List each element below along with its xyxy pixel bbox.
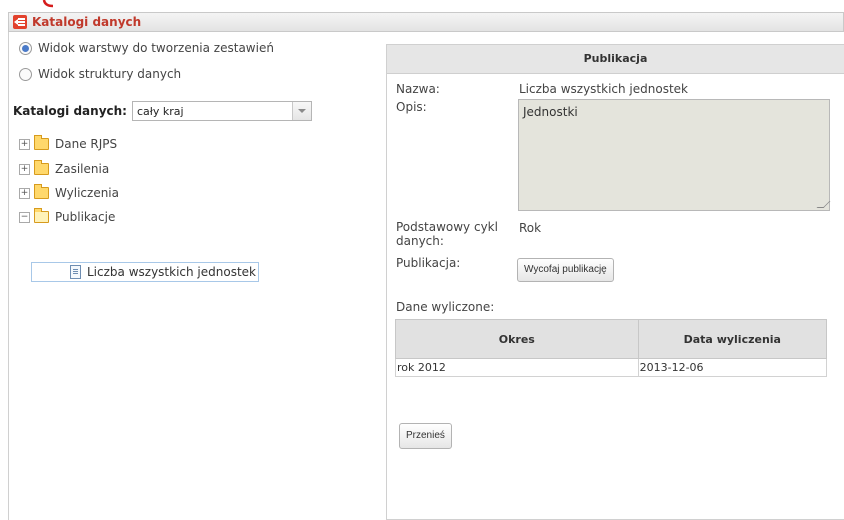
- computed-data-label: Dane wyliczone:: [396, 300, 495, 314]
- chevron-down-icon[interactable]: [291, 102, 311, 120]
- data-structure-view-option[interactable]: Widok struktury danych: [19, 67, 181, 81]
- tree-node-label: Wyliczenia: [55, 186, 119, 200]
- move-button[interactable]: Przenieś: [399, 423, 452, 449]
- radio-unselected-icon[interactable]: [19, 67, 32, 81]
- catalog-window-icon: [13, 15, 27, 29]
- tree-node-publikacje[interactable]: − Publikacje: [19, 208, 116, 224]
- name-label: Nazwa:: [396, 82, 440, 96]
- cycle-label-line-2: danych:: [396, 234, 444, 248]
- data-structure-view-label: Widok struktury danych: [38, 67, 182, 81]
- radio-selected-icon[interactable]: [19, 41, 32, 55]
- publication-panel-header: Publikacja: [387, 45, 844, 74]
- tree-node-label: Zasilenia: [55, 162, 110, 176]
- description-textarea[interactable]: Jednostki: [518, 99, 831, 211]
- open-folder-icon: [34, 208, 49, 223]
- period-column-header[interactable]: Okres: [395, 319, 639, 359]
- folder-icon: [34, 135, 49, 150]
- withdraw-publication-button[interactable]: Wycofaj publikację: [517, 258, 614, 282]
- layer-view-option[interactable]: Widok warstwy do tworzenia zestawień: [19, 41, 274, 55]
- calculation-date-column-header[interactable]: Data wyliczenia: [637, 319, 828, 359]
- cycle-label-line-1: Podstawowy cykl: [396, 220, 498, 234]
- tree-node-label: Dane RJPS: [55, 137, 118, 151]
- tree-node-wyliczenia[interactable]: + Wyliczenia: [19, 184, 119, 200]
- computed-data-table: Okres Data wyliczenia rok 2012 2013-12-0…: [395, 319, 828, 377]
- catalog-selector-row: Katalogi danych: cały kraj: [13, 101, 312, 121]
- description-label: Opis:: [396, 100, 427, 114]
- catalog-selector-label: Katalogi danych:: [13, 104, 127, 118]
- document-icon: [70, 265, 81, 279]
- folder-icon: [34, 184, 49, 199]
- catalog-dropdown-value: cały kraj: [136, 105, 184, 118]
- expand-plus-icon[interactable]: +: [19, 138, 30, 150]
- window-title: Katalogi danych: [32, 15, 142, 29]
- collapse-minus-icon[interactable]: −: [19, 211, 30, 223]
- tree-node-dane-rjps[interactable]: + Dane RJPS: [19, 135, 118, 151]
- publication-details-panel: Publikacja Nazwa: Liczba wszystkich jedn…: [386, 44, 844, 520]
- tree-node-zasilenia[interactable]: + Zasilenia: [19, 160, 110, 176]
- expand-plus-icon[interactable]: +: [19, 163, 30, 175]
- decorative-arc: [42, 0, 54, 8]
- window-titlebar: Katalogi danych: [8, 12, 844, 32]
- tree-leaf-selected-publication[interactable]: Liczba wszystkich jednostek: [31, 262, 259, 282]
- resize-grip-icon[interactable]: [816, 201, 831, 208]
- tree-node-label: Publikacje: [55, 210, 116, 224]
- expand-plus-icon[interactable]: +: [19, 187, 30, 199]
- calculation-date-cell: 2013-12-06: [637, 358, 828, 377]
- description-value: Jednostki: [523, 105, 578, 119]
- layer-view-label: Widok warstwy do tworzenia zestawień: [38, 41, 274, 55]
- name-value: Liczba wszystkich jednostek: [519, 82, 688, 96]
- folder-icon: [34, 160, 49, 175]
- table-row[interactable]: rok 2012 2013-12-06: [395, 358, 828, 377]
- period-cell: rok 2012: [395, 358, 639, 377]
- catalog-navigation-panel: Widok warstwy do tworzenia zestawień Wid…: [8, 32, 381, 520]
- cycle-value: Rok: [519, 221, 542, 235]
- table-header-row: Okres Data wyliczenia: [395, 319, 828, 359]
- tree-leaf-label: Liczba wszystkich jednostek: [87, 265, 256, 279]
- catalog-dropdown[interactable]: cały kraj: [131, 101, 312, 121]
- publication-label: Publikacja:: [396, 256, 461, 270]
